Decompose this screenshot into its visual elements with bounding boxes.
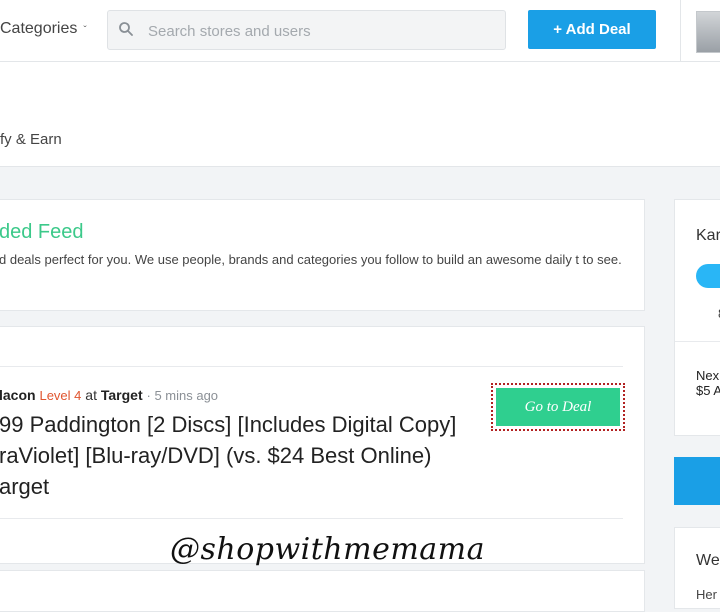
search-input[interactable] (146, 19, 490, 43)
categories-dropdown[interactable]: Categories ˇ (0, 20, 87, 38)
feed-description: d deals perfect for you. We use people, … (0, 252, 622, 267)
header-divider (680, 0, 681, 61)
sidebar-action-button[interactable] (674, 457, 720, 505)
watermark-text: @shopwithmemama (170, 532, 485, 567)
search-box[interactable] (107, 10, 506, 50)
sidebar-section-title: We (696, 552, 720, 569)
nav-item-earn[interactable]: fy & Earn (0, 131, 62, 148)
sidebar-section-text: Her (696, 587, 717, 602)
sidebar-info-card: We Her (674, 527, 720, 609)
profile-divider (675, 341, 720, 342)
sub-navigation: fy & Earn (0, 62, 720, 167)
feed-title: ded Feed (0, 221, 84, 243)
profile-name: Kar (696, 227, 720, 244)
search-icon (119, 22, 133, 36)
top-header: Categories ˇ + Add Deal (0, 0, 720, 62)
deal-store-link[interactable]: Target (101, 387, 143, 403)
next-reward-line1: Nex (696, 368, 720, 383)
go-to-deal-highlight: Go to Deal (491, 383, 625, 431)
deal-meta: lacon Level 4 at Target · 5 mins ago (0, 387, 218, 403)
next-reward-line2: $5 A (696, 383, 720, 398)
deal-divider-top (0, 366, 623, 367)
next-deal-card (0, 570, 645, 612)
avatar[interactable] (696, 11, 720, 53)
add-deal-button[interactable]: + Add Deal (528, 10, 656, 49)
deal-divider-bottom (0, 518, 623, 519)
deal-user-link[interactable]: lacon (0, 387, 36, 403)
deal-card: lacon Level 4 at Target · 5 mins ago 99 … (0, 326, 645, 564)
deal-title-link[interactable]: 99 Paddington [2 Discs] [Includes Digita… (0, 409, 487, 502)
profile-side-card: Kar 8 Nex $5 A (674, 199, 720, 436)
next-reward-text: Nex $5 A (696, 368, 720, 398)
chevron-down-icon: ˇ (83, 24, 87, 36)
go-to-deal-button[interactable]: Go to Deal (496, 388, 620, 426)
categories-label: Categories (0, 20, 78, 37)
deal-timestamp: · 5 mins ago (146, 388, 219, 403)
user-level-badge: Level 4 (39, 388, 82, 403)
feed-card: ded Feed d deals perfect for you. We use… (0, 199, 645, 311)
deal-at-text: at (85, 387, 97, 403)
profile-progress-pill (696, 264, 720, 288)
